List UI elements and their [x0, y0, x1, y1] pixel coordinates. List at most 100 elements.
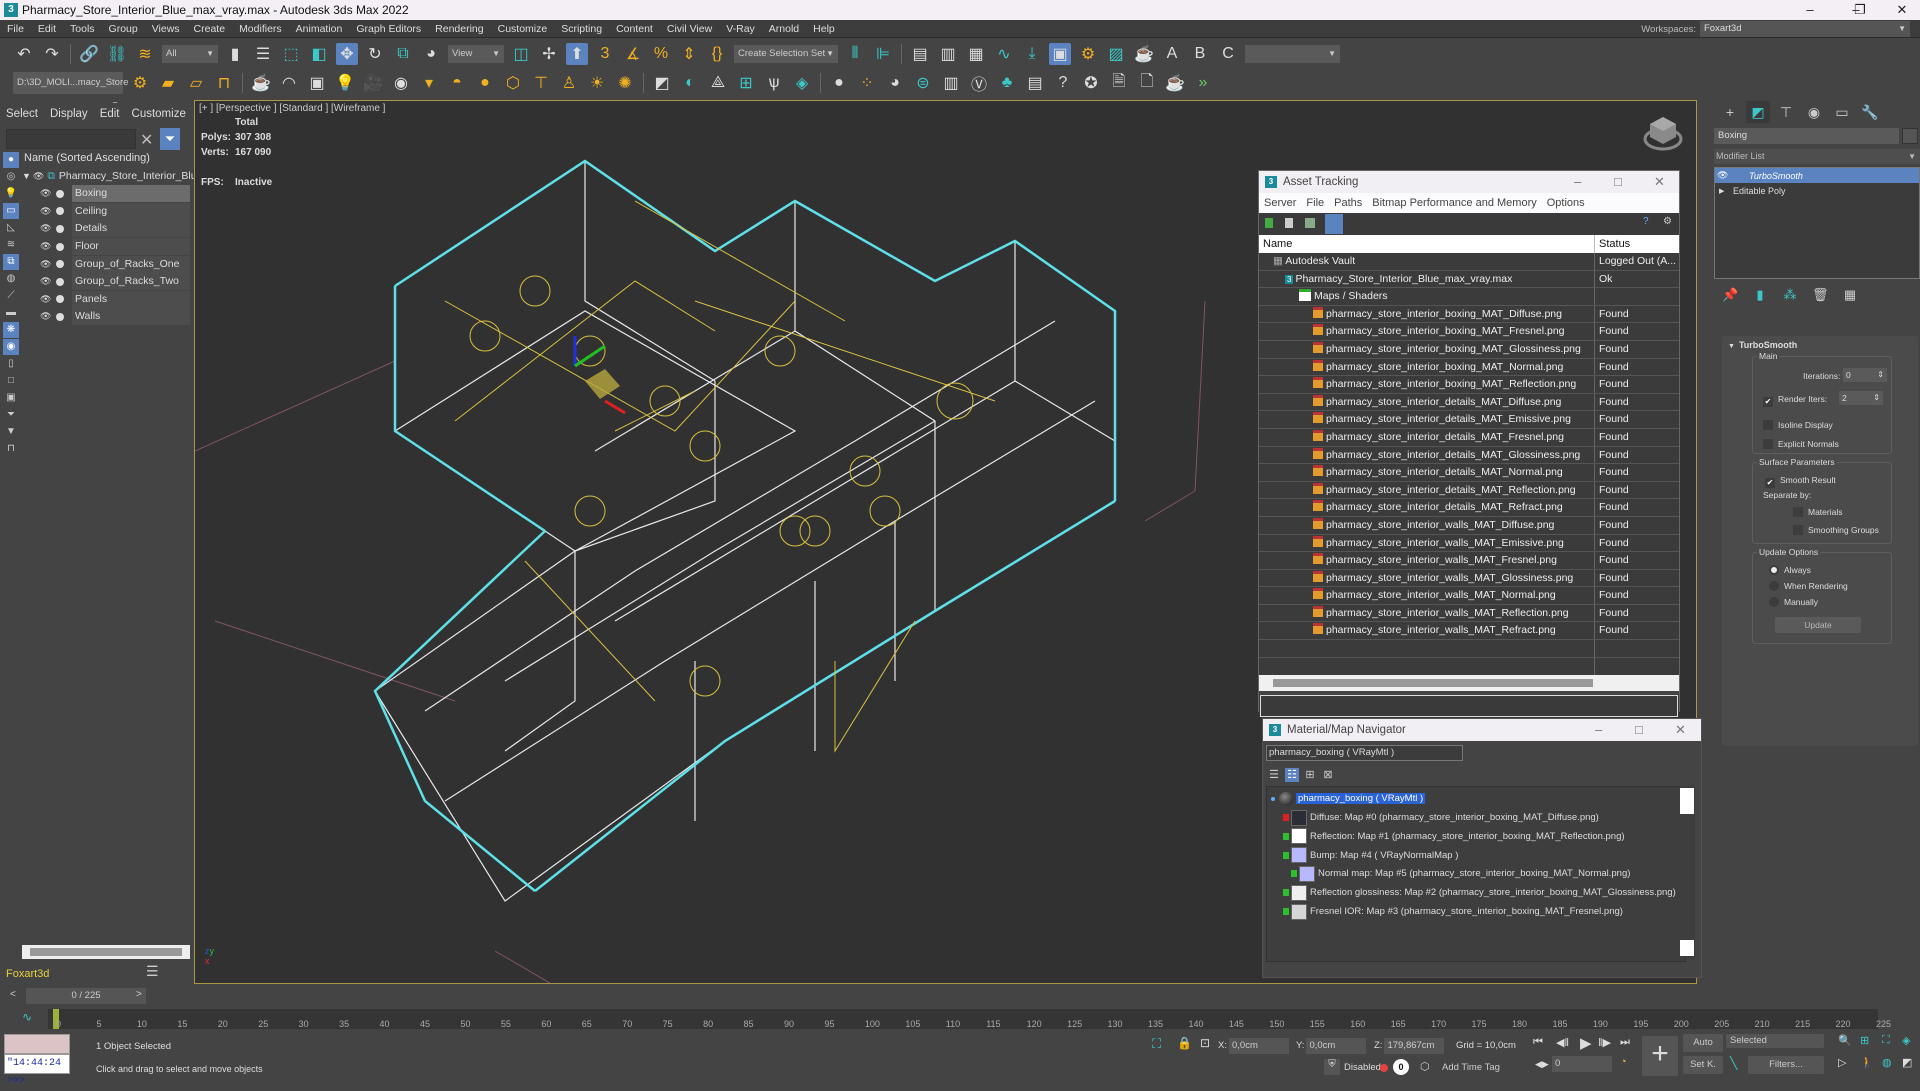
- arnold-b-icon[interactable]: B: [1189, 43, 1211, 65]
- view-list-icon[interactable]: ☰: [1267, 768, 1281, 782]
- teapot-icon[interactable]: ☕: [250, 72, 272, 94]
- expand-arrow-icon[interactable]: ▼: [22, 171, 31, 181]
- bones-filter-icon[interactable]: ⟋: [3, 288, 19, 304]
- freeze-dot-icon[interactable]: [56, 260, 64, 269]
- menu-file[interactable]: File: [0, 23, 31, 35]
- remove-modifier-icon[interactable]: 🗑: [1812, 287, 1829, 303]
- object-color-swatch[interactable]: [1902, 128, 1918, 144]
- current-material-field[interactable]: pharmacy_boxing ( VRayMtl ): [1266, 745, 1463, 761]
- render-icon[interactable]: ☕: [1133, 43, 1155, 65]
- eye-icon[interactable]: 👁: [40, 273, 52, 290]
- utilities-tab-icon[interactable]: 🔧: [1858, 101, 1882, 123]
- refresh-icon[interactable]: [1265, 218, 1273, 228]
- zoom-extents-all-icon[interactable]: ◈: [1902, 1034, 1910, 1047]
- asset-row-map[interactable]: pharmacy_store_interior_details_MAT_Refr…: [1259, 499, 1679, 517]
- scale-icon[interactable]: ⧉: [392, 43, 414, 65]
- extra-dropdown[interactable]: [1245, 45, 1340, 63]
- explorer-menu-customize[interactable]: Customize: [132, 108, 186, 120]
- frame-slider[interactable]: 0 / 225: [26, 988, 146, 1004]
- restore-icon[interactable]: ❐: [1840, 0, 1880, 20]
- vray-sky-icon[interactable]: ✺: [614, 72, 636, 94]
- menu-create[interactable]: Create: [187, 23, 233, 35]
- camera-icon[interactable]: ◉: [390, 72, 412, 94]
- freeze-dot-icon[interactable]: [56, 295, 64, 304]
- vray-logo-icon[interactable]: Ⓥ: [968, 72, 990, 94]
- box-icon[interactable]: ▣: [306, 72, 328, 94]
- vray-fur-icon[interactable]: ◐: [679, 72, 701, 94]
- freeze-dot-icon[interactable]: [56, 189, 64, 198]
- x-coordinate-field[interactable]: 0,0cm: [1228, 1038, 1289, 1054]
- groups-filter-icon[interactable]: ⧉: [3, 254, 19, 270]
- asset-row-map[interactable]: pharmacy_store_interior_details_MAT_Glos…: [1259, 446, 1679, 465]
- tree-item[interactable]: 👁 Details: [22, 220, 190, 238]
- vray-grass-icon[interactable]: ѱ: [763, 72, 785, 94]
- scene-teapot-icon[interactable]: ☕: [1164, 72, 1186, 94]
- asset-row-map[interactable]: pharmacy_store_interior_walls_MAT_Fresne…: [1259, 552, 1679, 570]
- keyboard-shortcut-override-icon[interactable]: ⬆: [566, 43, 588, 65]
- vray-light-icon[interactable]: ▾: [418, 72, 440, 94]
- project-folder-icon[interactable]: ▰: [157, 72, 179, 94]
- vray-ies-icon[interactable]: ⬡: [502, 72, 524, 94]
- select-object-icon[interactable]: ▮: [224, 43, 246, 65]
- forest-icon[interactable]: ♣: [996, 72, 1018, 94]
- schematic-view-icon[interactable]: ⤓: [1021, 43, 1043, 65]
- asset-row-map[interactable]: pharmacy_store_interior_walls_MAT_Emissi…: [1259, 534, 1679, 553]
- material-map-node[interactable]: Reflection: Map #1 (pharmacy_store_inter…: [1283, 828, 1625, 845]
- col-status[interactable]: Status: [1595, 235, 1679, 253]
- expand-arrow-icon[interactable]: ▶: [1719, 187, 1727, 195]
- play-icon[interactable]: ▶: [1580, 1034, 1592, 1052]
- object-name-input[interactable]: Boxing: [1714, 128, 1899, 144]
- eye-icon[interactable]: 👁: [40, 256, 52, 273]
- render-iters-checkbox[interactable]: ✔: [1763, 397, 1773, 407]
- col-name[interactable]: Name: [1259, 235, 1595, 253]
- asset-horizontal-scrollbar[interactable]: [1259, 675, 1679, 692]
- collapse-arrow-icon[interactable]: ▼: [1728, 343, 1735, 350]
- lights-filter-icon[interactable]: 💡: [3, 186, 19, 202]
- explicit-normals-checkbox[interactable]: [1763, 439, 1773, 449]
- material-map-node[interactable]: Diffuse: Map #0 (pharmacy_store_interior…: [1283, 809, 1599, 826]
- menu-civil-view[interactable]: Civil View: [660, 23, 719, 35]
- layer-explorer-icon[interactable]: ▤: [909, 43, 931, 65]
- notes-icon[interactable]: ▤: [1024, 72, 1046, 94]
- window-crossing-icon[interactable]: ◧: [308, 43, 330, 65]
- explorer-menu-select[interactable]: Select: [6, 108, 38, 120]
- zoom-extents-icon[interactable]: ⛶: [1882, 1034, 1890, 1047]
- menu-graph-editors[interactable]: Graph Editors: [349, 23, 428, 35]
- menu-help[interactable]: Help: [806, 23, 842, 35]
- project-folder-dropdown[interactable]: D:\3D_MOLI...macy_Store: [13, 72, 128, 116]
- vray-sphere-icon[interactable]: ●: [474, 72, 496, 94]
- vray-material-icon[interactable]: ●: [828, 72, 850, 94]
- eye-icon[interactable]: 👁: [40, 185, 52, 202]
- particles-filter-icon[interactable]: ❋: [3, 322, 19, 338]
- asset-row-map[interactable]: pharmacy_store_interior_walls_MAT_Reflec…: [1259, 604, 1679, 623]
- vray-plane-icon[interactable]: ⟁: [707, 72, 729, 94]
- table-view-icon[interactable]: [1325, 214, 1343, 234]
- minimize-icon[interactable]: –: [1595, 719, 1602, 741]
- project-tree-icon[interactable]: ⊓: [213, 72, 235, 94]
- tree-item[interactable]: 👁 Group_of_Racks_One: [22, 255, 190, 273]
- layers-icon[interactable]: ☰: [146, 963, 159, 980]
- field-of-view-icon[interactable]: ▷: [1838, 1056, 1846, 1069]
- maxscript-input[interactable]: "14:44:24 >>>: [4, 1054, 70, 1087]
- walk-through-icon[interactable]: 🚶: [1860, 1056, 1874, 1069]
- menu-content[interactable]: Content: [609, 23, 660, 35]
- explorer-menu-display[interactable]: Display: [50, 108, 88, 120]
- hierarchy-tab-icon[interactable]: ⊤: [1774, 101, 1798, 123]
- display-tab-icon[interactable]: ▭: [1830, 101, 1854, 123]
- reference-coord-dropdown[interactable]: View: [448, 45, 504, 63]
- vray-multimat-icon[interactable]: ⁘: [856, 72, 878, 94]
- time-configuration-icon[interactable]: ◔: [1620, 1056, 1627, 1068]
- move-icon[interactable]: ✥: [336, 43, 358, 65]
- z-coordinate-field[interactable]: 179,867cm: [1384, 1038, 1445, 1054]
- eye-icon[interactable]: 👁: [1717, 170, 1731, 181]
- maximize-icon[interactable]: □: [1635, 719, 1643, 741]
- material-root-node[interactable]: pharmacy_boxing ( VRayMtl ): [1271, 790, 1426, 807]
- absolute-mode-icon[interactable]: ⊡: [1200, 1036, 1210, 1050]
- motion-tab-icon[interactable]: ◉: [1802, 101, 1826, 123]
- mirror-icon[interactable]: ⫴: [844, 43, 866, 65]
- isoline-display-checkbox[interactable]: [1763, 420, 1773, 430]
- link-icon[interactable]: 🔗: [78, 43, 100, 65]
- asset-row-file[interactable]: 3 Pharmacy_Store_Interior_Blue_max_vray.m…: [1259, 270, 1679, 289]
- menu-views[interactable]: Views: [145, 23, 187, 35]
- add-time-tag-button[interactable]: Add Time Tag: [1442, 1062, 1500, 1073]
